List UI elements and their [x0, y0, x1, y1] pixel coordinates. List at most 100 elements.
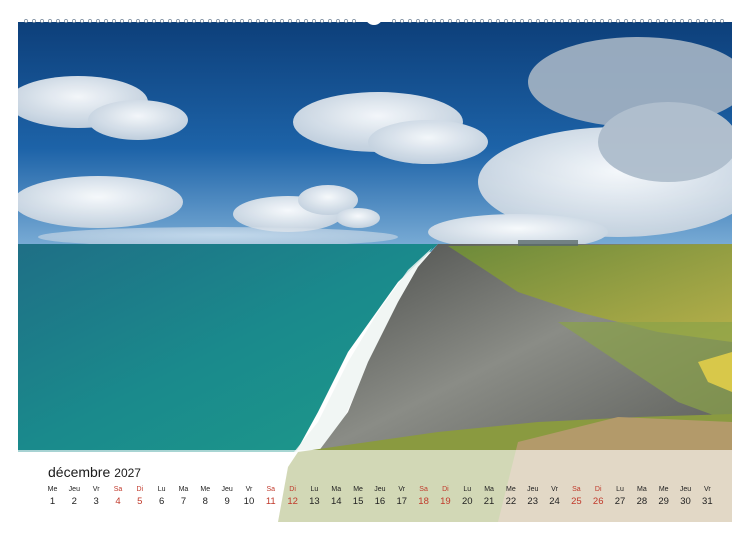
- day-of-week-label: Ma: [484, 486, 494, 493]
- day-number: 21: [483, 496, 495, 507]
- day-number: 14: [330, 496, 342, 507]
- day-of-week-label: Me: [658, 486, 669, 493]
- day-number: 3: [93, 496, 99, 507]
- day-cell: Sa 4: [107, 485, 128, 515]
- day-of-week-label: Me: [506, 486, 516, 493]
- day-of-week-label: Vr: [398, 486, 406, 493]
- day-number: 28: [636, 496, 648, 507]
- day-of-week-label: Ma: [178, 486, 189, 493]
- day-number: 12: [287, 496, 298, 507]
- spiral-binding: [20, 14, 732, 30]
- day-of-week-label: Jeu: [374, 486, 386, 493]
- day-of-week-label: Di: [594, 486, 602, 493]
- day-cell: Me 29: [653, 485, 674, 515]
- day-cell: Jeu 23: [522, 485, 543, 515]
- day-row: Me 1 Jeu 2 Vr 3 Sa 4 Di 5 Lu 6 Ma 7 Me 8 Jeu 9 Vr 10 Sa 11 Di 1…: [42, 485, 718, 515]
- day-cell: Me 15: [348, 485, 369, 515]
- day-cell: Sa 11: [260, 485, 281, 515]
- day-of-week-label: Me: [200, 486, 211, 493]
- day-of-week-label: Di: [289, 486, 296, 493]
- day-cell: Sa 18: [413, 485, 434, 515]
- day-number: 26: [592, 496, 604, 507]
- day-of-week-label: Vr: [245, 486, 253, 493]
- day-of-week-label: Di: [136, 486, 144, 493]
- day-cell: Vr 17: [391, 485, 412, 515]
- day-number: 10: [243, 496, 255, 507]
- day-number: 15: [352, 496, 364, 507]
- day-of-week-label: Jeu: [527, 486, 539, 493]
- day-cell: Lu 13: [304, 485, 325, 515]
- day-cell: Lu 6: [151, 485, 172, 515]
- day-number: 9: [224, 496, 230, 507]
- day-cell: Vr 24: [544, 485, 565, 515]
- day-cell: Me 8: [195, 485, 216, 515]
- day-of-week-label: Vr: [551, 486, 558, 493]
- day-cell: Me 1: [42, 485, 63, 515]
- day-of-week-label: Me: [47, 486, 58, 493]
- day-number: 5: [137, 496, 143, 507]
- day-number: 4: [115, 496, 121, 507]
- day-cell: Di 12: [282, 485, 303, 515]
- month-title: décembre 2027: [48, 464, 141, 480]
- day-number: 25: [571, 496, 582, 507]
- day-of-week-label: Ma: [636, 486, 647, 493]
- day-cell: Ma 21: [479, 485, 500, 515]
- calendar-band: décembre 2027 Me 1 Jeu 2 Vr 3 Sa 4 Di 5 Lu 6 Ma 7 Me 8 Je…: [18, 450, 732, 522]
- day-cell: Ma 14: [326, 485, 347, 515]
- day-cell: Me 22: [500, 485, 521, 515]
- day-cell: Jeu 2: [64, 485, 85, 515]
- day-cell: Vr 3: [86, 485, 107, 515]
- day-of-week-label: Lu: [463, 486, 472, 493]
- day-cell: Ma 28: [631, 485, 652, 515]
- day-cell: Jeu 16: [369, 485, 390, 515]
- day-of-week-label: Sa: [572, 486, 581, 493]
- day-number: 20: [461, 496, 473, 507]
- day-cell: Di 5: [129, 485, 150, 515]
- day-cell: Vr 10: [238, 485, 259, 515]
- day-number: 22: [505, 496, 517, 507]
- day-number: 8: [202, 496, 208, 507]
- day-cell: Di 26: [588, 485, 609, 515]
- day-number: 1: [49, 496, 56, 507]
- day-of-week-label: Lu: [157, 486, 166, 493]
- day-of-week-label: Me: [353, 486, 363, 493]
- day-number: 30: [680, 496, 691, 507]
- day-number: 24: [549, 496, 560, 507]
- day-number: 13: [309, 496, 320, 507]
- year-label: 2027: [114, 466, 141, 480]
- day-of-week-label: Sa: [419, 486, 428, 493]
- day-of-week-label: Vr: [703, 486, 711, 493]
- day-cell: Lu 20: [457, 485, 478, 515]
- day-cell: Lu 27: [610, 485, 631, 515]
- day-number: 23: [527, 496, 538, 507]
- day-of-week-label: Jeu: [679, 486, 692, 493]
- day-of-week-label: Lu: [310, 486, 319, 493]
- day-number: 19: [440, 496, 451, 507]
- day-cell: Ma 7: [173, 485, 194, 515]
- day-of-week-label: Jeu: [68, 486, 80, 493]
- day-number: 11: [265, 496, 276, 507]
- day-number: 2: [71, 496, 77, 507]
- day-of-week-label: Vr: [92, 486, 100, 493]
- day-cell: Jeu 30: [675, 485, 696, 515]
- day-cell: Sa 25: [566, 485, 587, 515]
- day-cell: Jeu 9: [217, 485, 238, 515]
- month-name: décembre: [48, 464, 111, 480]
- day-number: 27: [614, 496, 626, 507]
- calendar-page: décembre 2027 Me 1 Jeu 2 Vr 3 Sa 4 Di 5 Lu 6 Ma 7 Me 8 Je…: [0, 0, 750, 540]
- landscape-photo: [18, 22, 732, 522]
- day-number: 7: [180, 496, 187, 507]
- day-of-week-label: Ma: [331, 486, 342, 493]
- day-number: 16: [374, 496, 386, 507]
- day-of-week-label: Jeu: [221, 486, 233, 493]
- day-of-week-label: Lu: [616, 486, 624, 493]
- day-number: 18: [418, 496, 429, 507]
- day-number: 31: [702, 496, 713, 507]
- day-of-week-label: Di: [442, 486, 449, 493]
- day-number: 29: [658, 496, 669, 507]
- day-cell: Vr 31: [697, 485, 718, 515]
- day-of-week-label: Sa: [266, 486, 276, 493]
- day-number: 17: [396, 496, 408, 507]
- day-number: 6: [158, 496, 165, 507]
- day-of-week-label: Sa: [113, 486, 123, 493]
